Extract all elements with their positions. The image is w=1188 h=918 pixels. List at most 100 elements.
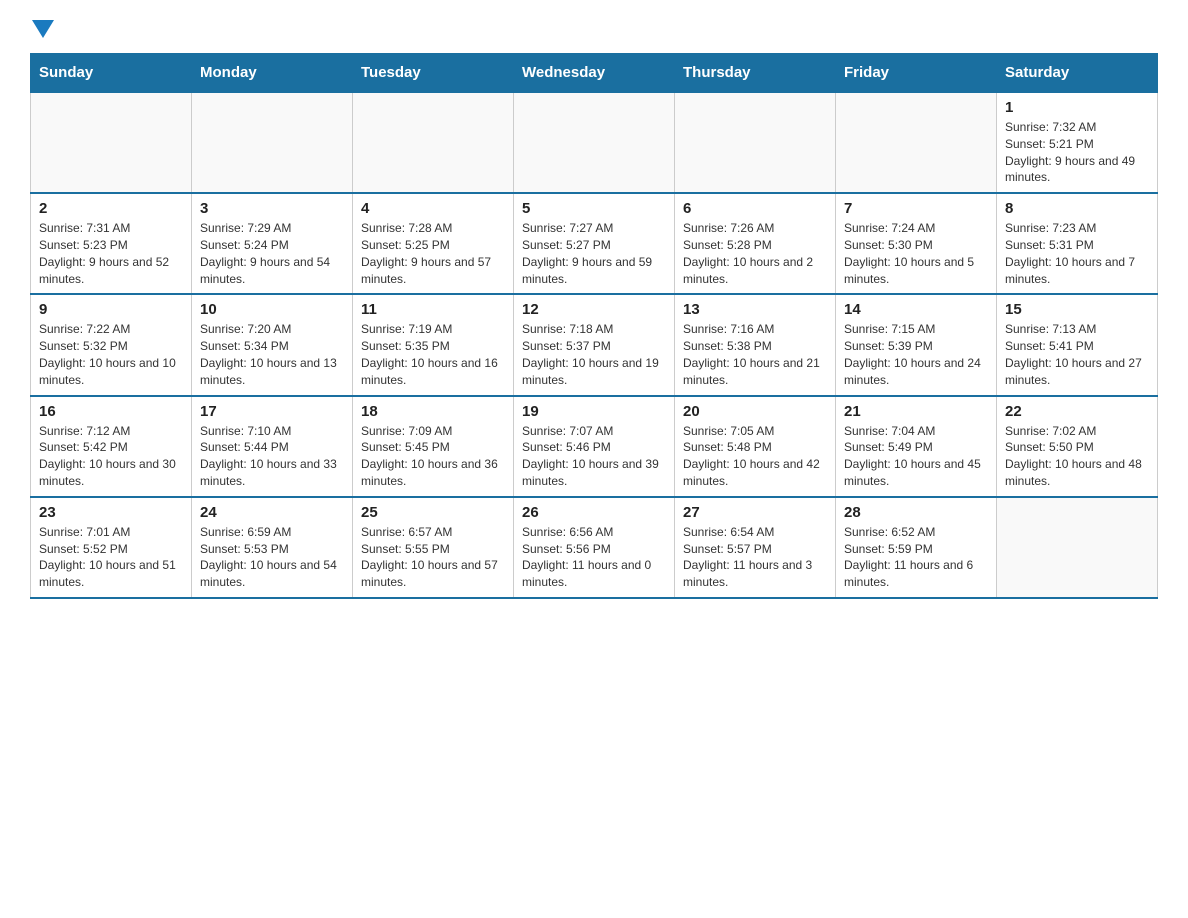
calendar-cell: 12Sunrise: 7:18 AMSunset: 5:37 PMDayligh…: [514, 294, 675, 395]
day-number: 24: [200, 504, 344, 521]
day-header-friday: Friday: [836, 54, 997, 93]
day-number: 26: [522, 504, 666, 521]
day-number: 10: [200, 301, 344, 318]
calendar-cell: [997, 497, 1158, 598]
day-info: Sunrise: 7:24 AMSunset: 5:30 PMDaylight:…: [844, 220, 988, 287]
day-number: 18: [361, 403, 505, 420]
calendar-cell: 2 Sunrise: 7:31 AMSunset: 5:23 PMDaylight…: [31, 193, 192, 294]
calendar-cell: 18 Sunrise: 7:09 AMSunset: 5:45 PMDayligh…: [353, 396, 514, 497]
day-number: 15: [1005, 301, 1149, 318]
calendar-cell: 23 Sunrise: 7:01 AMSunset: 5:52 PMDayligh…: [31, 497, 192, 598]
day-number: 27: [683, 504, 827, 521]
calendar-cell: [836, 92, 997, 193]
day-info: Sunrise: 7:13 AMSunset: 5:41 PMDaylight:…: [1005, 321, 1149, 388]
calendar-week-row: 16 Sunrise: 7:12 AMSunset: 5:42 PMDayligh…: [31, 396, 1158, 497]
day-header-thursday: Thursday: [675, 54, 836, 93]
calendar-cell: 9 Sunrise: 7:22 AMSunset: 5:32 PMDaylight…: [31, 294, 192, 395]
day-info: Sunrise: 7:27 AMSunset: 5:27 PMDaylight:…: [522, 220, 666, 287]
calendar-cell: 7Sunrise: 7:24 AMSunset: 5:30 PMDaylight…: [836, 193, 997, 294]
day-info: Sunrise: 7:16 AMSunset: 5:38 PMDaylight:…: [683, 321, 827, 388]
day-info: Sunrise: 7:23 AMSunset: 5:31 PMDaylight:…: [1005, 220, 1149, 287]
calendar-week-row: 2 Sunrise: 7:31 AMSunset: 5:23 PMDaylight…: [31, 193, 1158, 294]
logo: [30, 20, 54, 43]
calendar-cell: 8 Sunrise: 7:23 AMSunset: 5:31 PMDaylight…: [997, 193, 1158, 294]
day-number: 8: [1005, 200, 1149, 217]
calendar-cell: [675, 92, 836, 193]
day-info: Sunrise: 7:04 AMSunset: 5:49 PMDaylight:…: [844, 423, 988, 490]
calendar-table: SundayMondayTuesdayWednesdayThursdayFrid…: [30, 53, 1158, 599]
day-number: 14: [844, 301, 988, 318]
day-info: Sunrise: 7:22 AMSunset: 5:32 PMDaylight:…: [39, 321, 183, 388]
day-info: Sunrise: 7:20 AMSunset: 5:34 PMDaylight:…: [200, 321, 344, 388]
calendar-cell: 14 Sunrise: 7:15 AMSunset: 5:39 PMDayligh…: [836, 294, 997, 395]
day-number: 5: [522, 200, 666, 217]
day-info: Sunrise: 6:52 AMSunset: 5:59 PMDaylight:…: [844, 524, 988, 591]
day-number: 2: [39, 200, 183, 217]
day-number: 20: [683, 403, 827, 420]
calendar-cell: 6 Sunrise: 7:26 AMSunset: 5:28 PMDaylight…: [675, 193, 836, 294]
day-number: 22: [1005, 403, 1149, 420]
calendar-cell: 21 Sunrise: 7:04 AMSunset: 5:49 PMDayligh…: [836, 396, 997, 497]
logo-arrow-icon: [32, 20, 54, 42]
calendar-cell: 11 Sunrise: 7:19 AMSunset: 5:35 PMDayligh…: [353, 294, 514, 395]
day-number: 13: [683, 301, 827, 318]
calendar-cell: 4Sunrise: 7:28 AMSunset: 5:25 PMDaylight…: [353, 193, 514, 294]
calendar-week-row: 9 Sunrise: 7:22 AMSunset: 5:32 PMDaylight…: [31, 294, 1158, 395]
calendar-week-row: 23 Sunrise: 7:01 AMSunset: 5:52 PMDayligh…: [31, 497, 1158, 598]
calendar-cell: 22 Sunrise: 7:02 AMSunset: 5:50 PMDayligh…: [997, 396, 1158, 497]
calendar-cell: 1 Sunrise: 7:32 AMSunset: 5:21 PMDaylight…: [997, 92, 1158, 193]
day-info: Sunrise: 7:07 AMSunset: 5:46 PMDaylight:…: [522, 423, 666, 490]
day-number: 23: [39, 504, 183, 521]
calendar-cell: 13 Sunrise: 7:16 AMSunset: 5:38 PMDayligh…: [675, 294, 836, 395]
day-info: Sunrise: 7:26 AMSunset: 5:28 PMDaylight:…: [683, 220, 827, 287]
day-header-monday: Monday: [192, 54, 353, 93]
calendar-cell: [192, 92, 353, 193]
day-info: Sunrise: 7:19 AMSunset: 5:35 PMDaylight:…: [361, 321, 505, 388]
calendar-cell: 25 Sunrise: 6:57 AMSunset: 5:55 PMDayligh…: [353, 497, 514, 598]
calendar-week-row: 1 Sunrise: 7:32 AMSunset: 5:21 PMDaylight…: [31, 92, 1158, 193]
day-header-saturday: Saturday: [997, 54, 1158, 93]
day-info: Sunrise: 6:56 AMSunset: 5:56 PMDaylight:…: [522, 524, 666, 591]
calendar-header-row: SundayMondayTuesdayWednesdayThursdayFrid…: [31, 54, 1158, 93]
day-info: Sunrise: 7:28 AMSunset: 5:25 PMDaylight:…: [361, 220, 505, 287]
day-info: Sunrise: 7:12 AMSunset: 5:42 PMDaylight:…: [39, 423, 183, 490]
calendar-cell: 28 Sunrise: 6:52 AMSunset: 5:59 PMDayligh…: [836, 497, 997, 598]
day-info: Sunrise: 7:29 AMSunset: 5:24 PMDaylight:…: [200, 220, 344, 287]
day-number: 21: [844, 403, 988, 420]
calendar-cell: [31, 92, 192, 193]
day-info: Sunrise: 7:18 AMSunset: 5:37 PMDaylight:…: [522, 321, 666, 388]
calendar-cell: [514, 92, 675, 193]
day-info: Sunrise: 6:54 AMSunset: 5:57 PMDaylight:…: [683, 524, 827, 591]
calendar-cell: 15 Sunrise: 7:13 AMSunset: 5:41 PMDayligh…: [997, 294, 1158, 395]
day-number: 28: [844, 504, 988, 521]
day-header-sunday: Sunday: [31, 54, 192, 93]
day-info: Sunrise: 6:57 AMSunset: 5:55 PMDaylight:…: [361, 524, 505, 591]
day-number: 1: [1005, 99, 1149, 116]
calendar-cell: 20 Sunrise: 7:05 AMSunset: 5:48 PMDayligh…: [675, 396, 836, 497]
day-number: 6: [683, 200, 827, 217]
calendar-cell: 26 Sunrise: 6:56 AMSunset: 5:56 PMDayligh…: [514, 497, 675, 598]
calendar-cell: 24Sunrise: 6:59 AMSunset: 5:53 PMDayligh…: [192, 497, 353, 598]
calendar-cell: 19 Sunrise: 7:07 AMSunset: 5:46 PMDayligh…: [514, 396, 675, 497]
day-header-tuesday: Tuesday: [353, 54, 514, 93]
day-header-wednesday: Wednesday: [514, 54, 675, 93]
day-number: 17: [200, 403, 344, 420]
day-number: 11: [361, 301, 505, 318]
day-info: Sunrise: 7:09 AMSunset: 5:45 PMDaylight:…: [361, 423, 505, 490]
day-number: 9: [39, 301, 183, 318]
page-header: [30, 20, 1158, 43]
day-number: 25: [361, 504, 505, 521]
calendar-cell: [353, 92, 514, 193]
calendar-cell: 16 Sunrise: 7:12 AMSunset: 5:42 PMDayligh…: [31, 396, 192, 497]
calendar-cell: 27 Sunrise: 6:54 AMSunset: 5:57 PMDayligh…: [675, 497, 836, 598]
day-number: 3: [200, 200, 344, 217]
day-number: 19: [522, 403, 666, 420]
day-number: 16: [39, 403, 183, 420]
day-info: Sunrise: 7:02 AMSunset: 5:50 PMDaylight:…: [1005, 423, 1149, 490]
day-info: Sunrise: 7:31 AMSunset: 5:23 PMDaylight:…: [39, 220, 183, 287]
day-info: Sunrise: 7:01 AMSunset: 5:52 PMDaylight:…: [39, 524, 183, 591]
day-info: Sunrise: 7:32 AMSunset: 5:21 PMDaylight:…: [1005, 119, 1149, 186]
day-info: Sunrise: 7:05 AMSunset: 5:48 PMDaylight:…: [683, 423, 827, 490]
calendar-cell: 10 Sunrise: 7:20 AMSunset: 5:34 PMDayligh…: [192, 294, 353, 395]
day-info: Sunrise: 7:15 AMSunset: 5:39 PMDaylight:…: [844, 321, 988, 388]
